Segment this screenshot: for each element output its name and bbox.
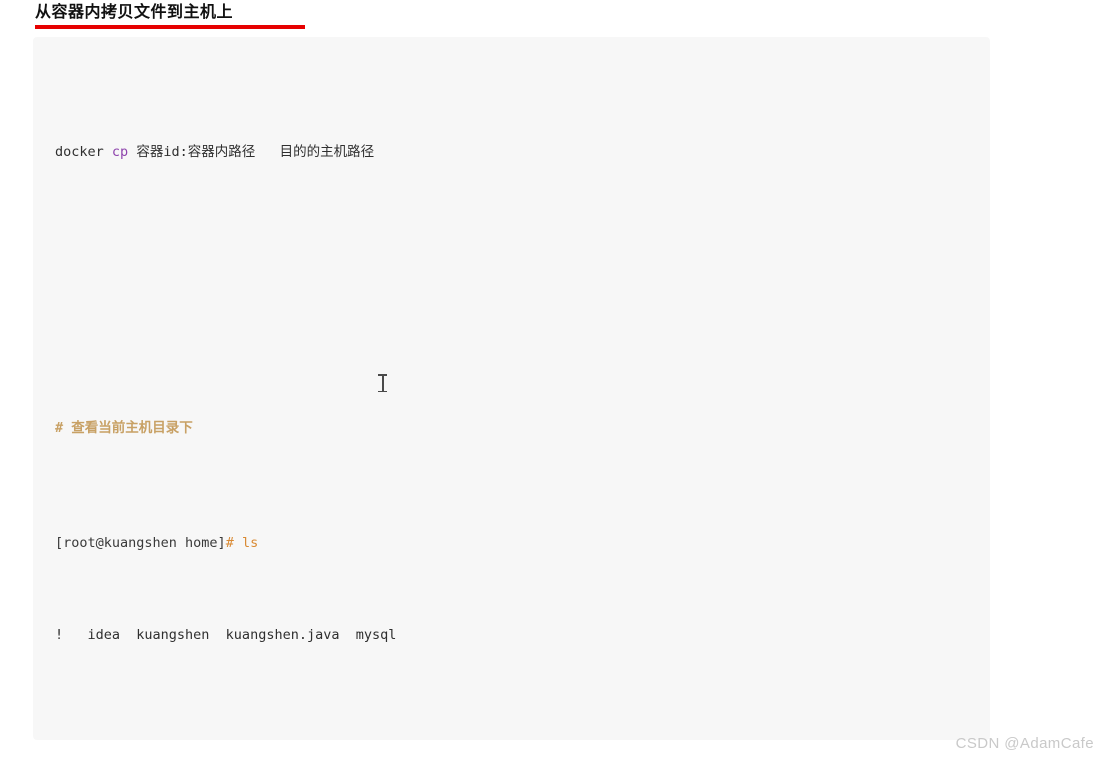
terminal-code-block: docker cp 容器id:容器内路径 目的的主机路径 # 查看当前主机目录下…	[33, 37, 990, 740]
ls-output-before: ! idea kuangshen kuangshen.java mysql	[55, 627, 397, 643]
prompt-host: [root@kuangshen home]	[55, 535, 226, 551]
title-underline	[35, 25, 305, 29]
line-ls-output-before: ! idea kuangshen kuangshen.java mysql	[55, 624, 976, 647]
csdn-watermark: CSDN @AdamCafe	[955, 735, 1094, 752]
comment-host-dir: # 查看当前主机目录下	[55, 420, 193, 436]
command-ls: ls	[241, 535, 259, 551]
line-comment-host-dir: # 查看当前主机目录下	[55, 417, 976, 440]
cp-syntax-command: docker	[55, 144, 104, 160]
cp-syntax-subcommand: cp	[111, 144, 129, 160]
cp-syntax-args: 容器id:容器内路径 目的的主机路径	[136, 144, 375, 160]
line-docker-ps-1: [root@kuangshen home]# docker ps	[55, 739, 976, 740]
page-title: 从容器内拷贝文件到主机上	[35, 2, 234, 21]
prompt-hash: #	[225, 535, 234, 551]
line-cp-syntax: docker cp 容器id:容器内路径 目的的主机路径	[55, 141, 976, 164]
line-ls-host: [root@kuangshen home]# ls	[55, 532, 976, 555]
terminal-content: docker cp 容器id:容器内路径 目的的主机路径 # 查看当前主机目录下…	[33, 49, 990, 740]
section-heading: 从容器内拷贝文件到主机上	[35, 2, 305, 29]
